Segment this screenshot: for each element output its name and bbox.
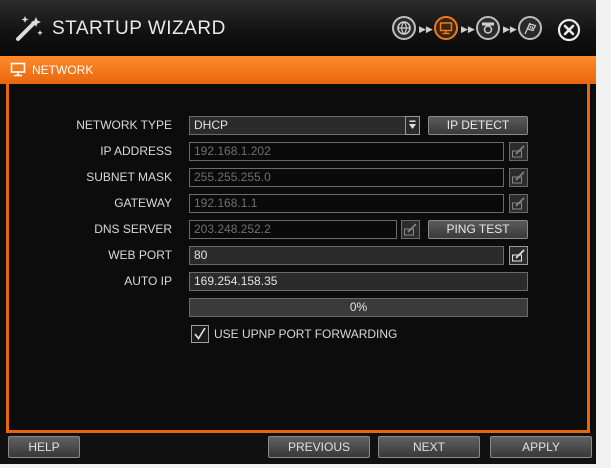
- network-type-dropdown-button[interactable]: [405, 116, 420, 135]
- gateway-label: GATEWAY: [114, 196, 172, 210]
- progress-bar: 0%: [189, 298, 528, 317]
- web-port-field[interactable]: 80: [189, 246, 504, 265]
- subnet-mask-field[interactable]: 255.255.255.0: [189, 168, 504, 187]
- help-button[interactable]: HELP: [8, 436, 80, 458]
- ping-test-button[interactable]: PING TEST: [428, 220, 528, 239]
- auto-ip-field: 169.254.158.35: [189, 272, 528, 291]
- subnet-mask-edit-button[interactable]: [509, 168, 528, 187]
- camera-step-icon[interactable]: [476, 16, 500, 40]
- subnet-mask-label: SUBNET MASK: [86, 170, 172, 184]
- startup-wizard-window: STARTUP WIZARD ▶▶ ▶▶ ▶▶ NETWORK NETWORK …: [0, 0, 596, 464]
- wizard-steps: ▶▶ ▶▶ ▶▶: [390, 14, 550, 44]
- web-port-edit-button[interactable]: [509, 246, 528, 265]
- checkmark-icon: [194, 327, 206, 340]
- keyboard-edit-icon: [512, 145, 525, 158]
- monitor-icon: [10, 62, 26, 77]
- dns-server-edit-button[interactable]: [401, 220, 420, 239]
- previous-button[interactable]: PREVIOUS: [268, 436, 370, 458]
- wizard-footer: HELP PREVIOUS NEXT APPLY: [0, 433, 596, 464]
- keyboard-edit-icon: [404, 223, 417, 236]
- section-title: NETWORK: [32, 63, 94, 77]
- ip-detect-button[interactable]: IP DETECT: [428, 116, 528, 135]
- title-bar: STARTUP WIZARD ▶▶ ▶▶ ▶▶: [0, 0, 596, 56]
- web-port-label: WEB PORT: [108, 248, 172, 262]
- network-type-label: NETWORK TYPE: [76, 118, 172, 132]
- step-arrow-icon: ▶▶: [503, 24, 517, 34]
- gateway-edit-button[interactable]: [509, 194, 528, 213]
- finish-flag-icon[interactable]: [518, 16, 542, 40]
- next-button[interactable]: NEXT: [378, 436, 480, 458]
- ip-address-edit-button[interactable]: [509, 142, 528, 161]
- dropdown-arrow-icon: [409, 120, 416, 129]
- upnp-checkbox[interactable]: [191, 325, 209, 343]
- ip-address-label: IP ADDRESS: [100, 144, 172, 158]
- dns-server-field[interactable]: 203.248.252.2: [189, 220, 397, 239]
- keyboard-edit-icon: [512, 171, 525, 184]
- network-type-select[interactable]: DHCP: [189, 116, 411, 135]
- step-arrow-icon: ▶▶: [461, 24, 475, 34]
- gateway-field[interactable]: 192.168.1.1: [189, 194, 504, 213]
- apply-button[interactable]: APPLY: [490, 436, 592, 458]
- network-step-icon[interactable]: [434, 16, 458, 40]
- keyboard-edit-icon: [512, 249, 525, 262]
- auto-ip-label: AUTO IP: [124, 274, 172, 288]
- magic-wand-icon: [16, 16, 43, 41]
- upnp-label: USE UPNP PORT FORWARDING: [214, 327, 398, 341]
- window-title: STARTUP WIZARD: [52, 18, 226, 39]
- progress-text: 0%: [349, 300, 368, 314]
- network-settings-panel: NETWORK TYPE DHCP IP DETECT IP ADDRESS 1…: [6, 84, 590, 433]
- section-header: NETWORK: [0, 56, 596, 84]
- globe-step-icon[interactable]: [392, 16, 416, 40]
- ip-address-field[interactable]: 192.168.1.202: [189, 142, 504, 161]
- keyboard-edit-icon: [512, 197, 525, 210]
- step-arrow-icon: ▶▶: [419, 24, 433, 34]
- close-icon[interactable]: [557, 18, 581, 42]
- dns-server-label: DNS SERVER: [94, 222, 172, 236]
